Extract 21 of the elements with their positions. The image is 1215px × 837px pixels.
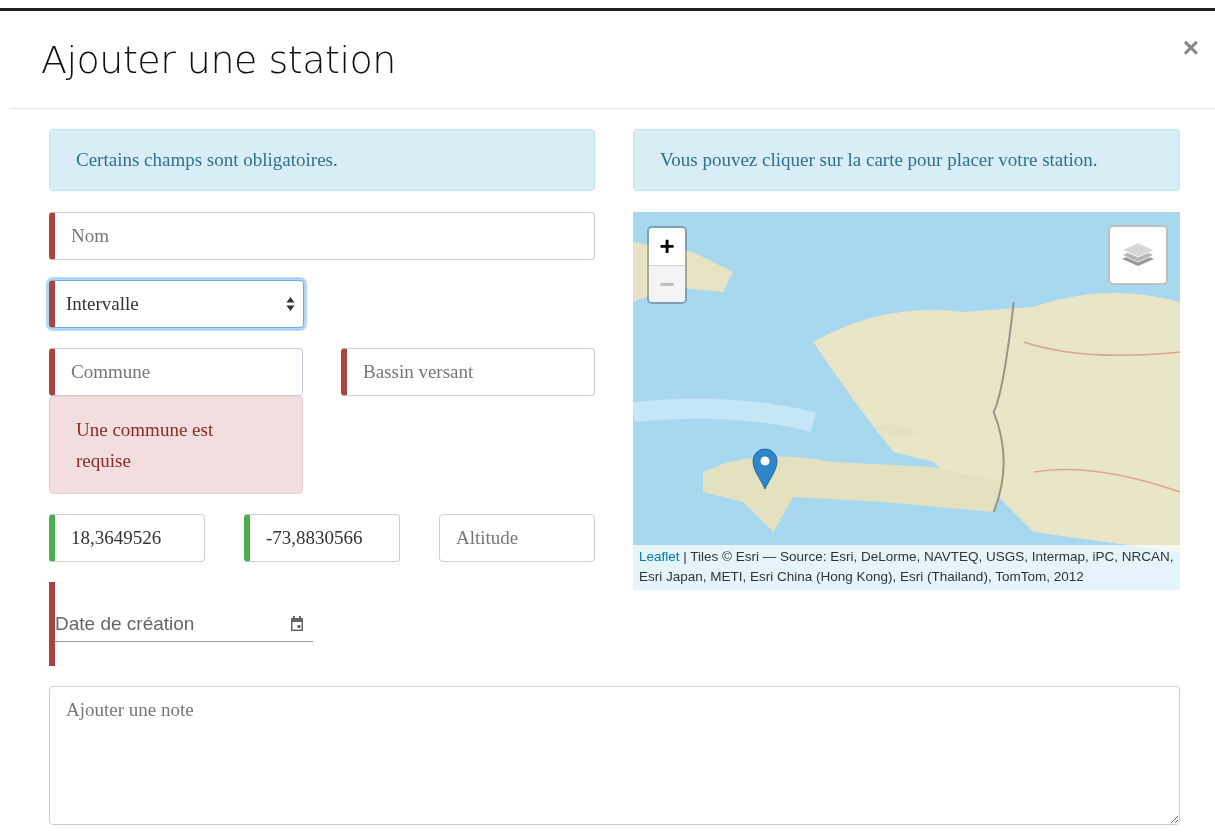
coordinate-field[interactable]: -73,8830566: [244, 514, 400, 562]
commune-field[interactable]: Commune: [49, 348, 303, 396]
basin-field[interactable]: Bassin versant: [341, 348, 595, 396]
name-field[interactable]: Nom: [49, 212, 595, 260]
modal-title: Ajouter une station: [41, 37, 396, 82]
info-alert: Vous pouvez cliquer sur la carte pour placer votre station.: [633, 129, 1180, 191]
coordinate-field[interactable]: Altitude: [439, 514, 595, 562]
map-attribution: Leaflet | Tiles © Esri — Source: Esri, DeLorme, NAVTEQ, USGS, Intermap, iPC, NRCAN, Esri Japan, METI, Esri China (Hong Kong), Esri (Thailand), TomTom, 2012: [633, 545, 1180, 590]
interval-select[interactable]: Intervalle: [49, 280, 304, 328]
leaflet-link[interactable]: Leaflet: [639, 549, 680, 564]
date-field[interactable]: Date de création: [55, 606, 313, 642]
calendar-icon: [289, 615, 305, 632]
note-field[interactable]: Ajouter une note: [49, 686, 1180, 825]
error-message: Une commune est requise: [49, 396, 303, 494]
coordinate-field[interactable]: 18,3649526: [49, 514, 205, 562]
info-alert: Certains champs sont obligatoires.: [49, 129, 595, 191]
select-arrows-icon: [286, 296, 295, 312]
layers-button[interactable]: [1108, 225, 1168, 285]
map-marker-icon: [752, 448, 778, 490]
zoom-in-button[interactable]: +: [649, 228, 685, 265]
close-button[interactable]: ×: [1182, 31, 1199, 64]
